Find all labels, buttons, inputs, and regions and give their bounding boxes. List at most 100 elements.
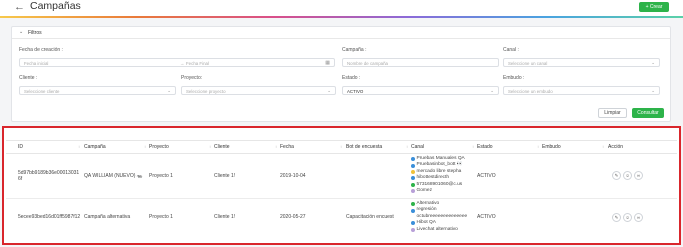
embudo-select[interactable]: Seleccione un embudo ⌄: [503, 86, 660, 95]
row-id-line2: 6f: [18, 176, 23, 183]
col-cliente[interactable]: Cliente: [214, 144, 230, 150]
chevron-down-icon: ⌄: [651, 60, 655, 65]
canal-select[interactable]: Seleccione un canal ⌄: [503, 58, 660, 67]
row-campana: QA WILLIAM (NUEVO) 🦡: [84, 173, 144, 179]
table-header: ID ↕ Campaña ↕ Proyecto ↕ Cliente ↕ Fech…: [6, 140, 677, 154]
row-cliente: Cliente 1!: [214, 173, 236, 179]
edit-icon[interactable]: ✎: [612, 171, 621, 180]
attach-icon[interactable]: ∞: [634, 213, 643, 222]
sort-icon[interactable]: ↕: [144, 144, 146, 149]
calendar-icon[interactable]: ▦: [325, 60, 330, 66]
page-title: Campañas: [30, 0, 81, 12]
filters-title: Filtros: [28, 30, 42, 36]
status-dot: [411, 163, 415, 168]
col-proyecto[interactable]: Proyecto: [149, 144, 169, 150]
create-button[interactable]: + Crear: [639, 2, 669, 12]
edit-icon[interactable]: ✎: [612, 213, 621, 222]
status-dot: [411, 182, 415, 187]
limpiar-button[interactable]: Limpiar: [598, 108, 627, 118]
fecha-range-input[interactable]: Fecha inicial → Fecha Final ▦: [19, 58, 335, 67]
status-dot: [411, 202, 415, 207]
table-row: 5ecee93bed16d01ff5987f12 Campaña alterna…: [6, 200, 677, 238]
sort-icon[interactable]: ↕: [602, 144, 604, 149]
chevron-down-icon: ⌄: [327, 88, 331, 93]
estado-value: ACTIVO: [347, 88, 364, 94]
campana-placeholder: Nombre de campaña: [347, 60, 389, 66]
status-dot: [411, 221, 415, 226]
row-id: 5ecee93bed16d01ff5987f12: [18, 214, 81, 220]
consultar-button[interactable]: Consultar: [632, 108, 664, 118]
col-campana[interactable]: Campaña: [84, 144, 106, 150]
col-id[interactable]: ID: [18, 144, 23, 150]
row-id-line1: 5d97bb9189b36e00013031: [18, 170, 80, 176]
row-id: 5d97bb9189b36e00013031 6f: [18, 170, 79, 183]
embudo-placeholder: Seleccione un embudo: [508, 88, 553, 94]
canal-item: Livechat alternativo: [411, 227, 467, 233]
row-fecha: 2019-10-04: [280, 173, 306, 179]
row-canales: Pruebas Manuales QA Pruebasinbot_bott 👀 …: [411, 156, 465, 194]
chevron-down-icon[interactable]: ⌄: [19, 29, 23, 35]
arrow-left-icon[interactable]: ←: [14, 1, 25, 13]
attach-icon[interactable]: ∞: [634, 171, 643, 180]
table-row: 5d97bb9189b36e00013031 6f QA WILLIAM (NU…: [6, 154, 677, 199]
status-dot: [411, 227, 415, 232]
row-canales: Alternativo regresión octubreeeeeeeeeeee…: [411, 201, 467, 233]
sort-icon[interactable]: ↕: [340, 144, 342, 149]
fecha-final-placeholder: Fecha Final: [186, 60, 209, 66]
range-separator: →: [180, 60, 185, 66]
row-proyecto: Proyecto 1: [149, 214, 173, 220]
estado-select[interactable]: ACTIVO ⌄: [342, 86, 499, 95]
row-estado: ACTIVO: [477, 214, 496, 220]
proyecto-label: Proyecto:: [181, 75, 203, 81]
col-estado[interactable]: Estado: [477, 144, 493, 150]
user-icon[interactable]: ☺: [623, 171, 632, 180]
sort-icon[interactable]: ↕: [472, 144, 474, 149]
status-dot: [411, 176, 415, 181]
campana-label: Campaña :: [342, 47, 367, 53]
sort-icon[interactable]: ↕: [537, 144, 539, 149]
canal-text: Gomez: [416, 188, 432, 194]
sort-icon[interactable]: ↕: [209, 144, 211, 149]
col-canal[interactable]: Canal: [411, 144, 424, 150]
user-icon[interactable]: ☺: [623, 213, 632, 222]
canal-placeholder: Seleccione un canal: [508, 60, 548, 66]
canal-item: Gomez: [411, 188, 465, 194]
top-bar: ← Campañas + Crear: [0, 0, 683, 16]
campana-input[interactable]: Nombre de campaña: [342, 58, 499, 67]
col-fecha[interactable]: Fecha: [280, 144, 294, 150]
status-dot: [411, 215, 415, 219]
row-bot: Capacitación encuest: [346, 214, 394, 220]
cliente-select[interactable]: Seleccione cliente ⌄: [19, 86, 176, 95]
chevron-down-icon: ⌄: [651, 88, 655, 93]
cliente-label: Cliente :: [19, 75, 38, 81]
sort-icon[interactable]: ↕: [275, 144, 277, 149]
estado-label: Estado :: [342, 75, 361, 81]
chevron-down-icon: ⌄: [167, 88, 171, 93]
status-dot: [411, 208, 415, 213]
col-embudo[interactable]: Embudo: [542, 144, 561, 150]
campaigns-table: ID ↕ Campaña ↕ Proyecto ↕ Cliente ↕ Fech…: [2, 126, 681, 245]
canal-label: Canal :: [503, 47, 519, 53]
row-proyecto: Proyecto 1: [149, 173, 173, 179]
fecha-label: Fecha de creación :: [19, 47, 63, 53]
embudo-label: Embudo :: [503, 75, 525, 81]
sort-icon[interactable]: ↕: [78, 144, 80, 149]
header-gradient-bar: [0, 16, 683, 18]
col-bot[interactable]: Bot de encuesta: [346, 144, 382, 150]
row-cliente: Cliente 1!: [214, 214, 236, 220]
status-dot: [411, 157, 415, 162]
chevron-down-icon: ⌄: [490, 88, 494, 93]
proyecto-select[interactable]: Seleccione proyecto ⌄: [181, 86, 336, 95]
cliente-placeholder: Seleccione cliente: [24, 88, 60, 94]
row-campana: Campaña alternativa: [84, 214, 131, 220]
status-dot: [411, 189, 415, 194]
proyecto-placeholder: Seleccione proyecto: [186, 88, 226, 94]
row-estado: ACTIVO: [477, 173, 496, 179]
sort-icon[interactable]: ↕: [406, 144, 408, 149]
fecha-inicial-placeholder: Fecha inicial: [24, 60, 49, 66]
filters-panel: ⌄ Filtros Fecha de creación : Fecha inic…: [11, 26, 671, 122]
campaigns-page: ← Campañas + Crear ⌄ Filtros Fecha de cr…: [0, 0, 683, 247]
filters-header[interactable]: ⌄ Filtros: [12, 27, 670, 39]
canal-text: Livechat alternativo: [416, 226, 458, 232]
col-accion: Acción: [608, 144, 624, 150]
